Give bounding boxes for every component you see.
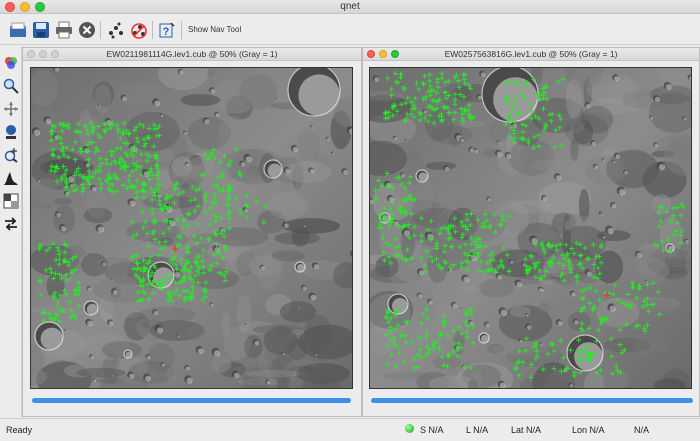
histogram-tool[interactable] [2,169,20,187]
viewer-1-title-bar: EW0211981114G.lev1.cub @ 50% (Gray = 1) [23,48,361,61]
tool-strip [0,46,22,418]
blink-icon [3,193,19,209]
qnet-window: qnet ? Show Nav Tool EW0211981114G.lev1.… [0,0,700,441]
open-file-button[interactable] [8,20,28,40]
main-toolbar: ? Show Nav Tool [0,15,700,45]
histogram-icon [4,172,18,185]
svg-text:?: ? [163,26,170,38]
planet-surface-image-1 [31,68,352,388]
viewer-1-horizontal-scrollbar[interactable] [32,398,351,403]
viewer-2-minimize-button[interactable] [379,50,387,58]
viewer-1-image[interactable] [30,67,353,389]
cube-viewer-1: EW0211981114G.lev1.cub @ 50% (Gray = 1) [22,47,362,417]
save-network-button[interactable] [31,20,51,40]
help-button[interactable]: ? [157,20,177,40]
help-icon: ? [159,22,175,38]
status-sample: S N/A [420,425,444,435]
swap-tool[interactable] [2,215,20,233]
viewer-1-close-button[interactable] [27,50,35,58]
stretch-tool[interactable] [2,123,20,141]
status-message: Ready [6,425,33,435]
toolbar-separator [181,21,182,39]
toolbar-separator [100,21,101,39]
find-tool[interactable] [2,146,20,164]
status-longitude: Lon N/A [572,425,605,435]
status-line: L N/A [466,425,489,435]
delete-points-icon [131,23,147,39]
viewer-1-title: EW0211981114G.lev1.cub @ 50% (Gray = 1) [106,49,278,59]
delete-points-button[interactable] [129,20,149,40]
show-nav-tool-button[interactable]: Show Nav Tool [188,25,241,34]
pan-icon [4,102,18,116]
save-network-icon [33,22,49,38]
find-points-icon [109,22,123,39]
find-icon [4,148,18,163]
find-points-button[interactable] [106,20,126,40]
pan-tool[interactable] [2,100,20,118]
viewer-2-image[interactable] [369,67,692,389]
cube-viewer-2: EW0257563816G.lev1.cub @ 50% (Gray = 1) [362,47,700,417]
close-icon [79,22,95,38]
color-channels-tool[interactable] [2,54,20,72]
window-title: qnet [340,1,360,12]
status-bar: Ready S N/A L N/A Lat N/A Lon N/A N/A [0,418,700,441]
open-file-icon [10,22,26,37]
print-icon [56,21,72,39]
blink-tool[interactable] [2,192,20,210]
status-indicator-icon [405,424,414,433]
viewer-2-title: EW0257563816G.lev1.cub @ 50% (Gray = 1) [444,49,618,59]
zoom-tool[interactable] [2,77,20,95]
color-channels-icon [5,57,17,69]
viewer-2-close-button[interactable] [367,50,375,58]
stretch-icon [6,125,16,139]
planet-surface-image-2 [370,68,691,388]
print-button[interactable] [54,20,74,40]
viewer-2-zoom-button[interactable] [391,50,399,58]
viewer-1-minimize-button[interactable] [39,50,47,58]
zoom-icon [3,78,19,94]
viewer-2-horizontal-scrollbar[interactable] [371,398,693,403]
close-network-button[interactable] [77,20,97,40]
toolbar-separator [152,21,153,39]
status-value: N/A [634,425,650,435]
swap-icon [5,217,17,231]
title-bar: qnet [0,0,700,14]
viewer-1-zoom-button[interactable] [51,50,59,58]
viewer-2-title-bar: EW0257563816G.lev1.cub @ 50% (Gray = 1) [363,48,699,61]
status-latitude: Lat N/A [511,425,542,435]
